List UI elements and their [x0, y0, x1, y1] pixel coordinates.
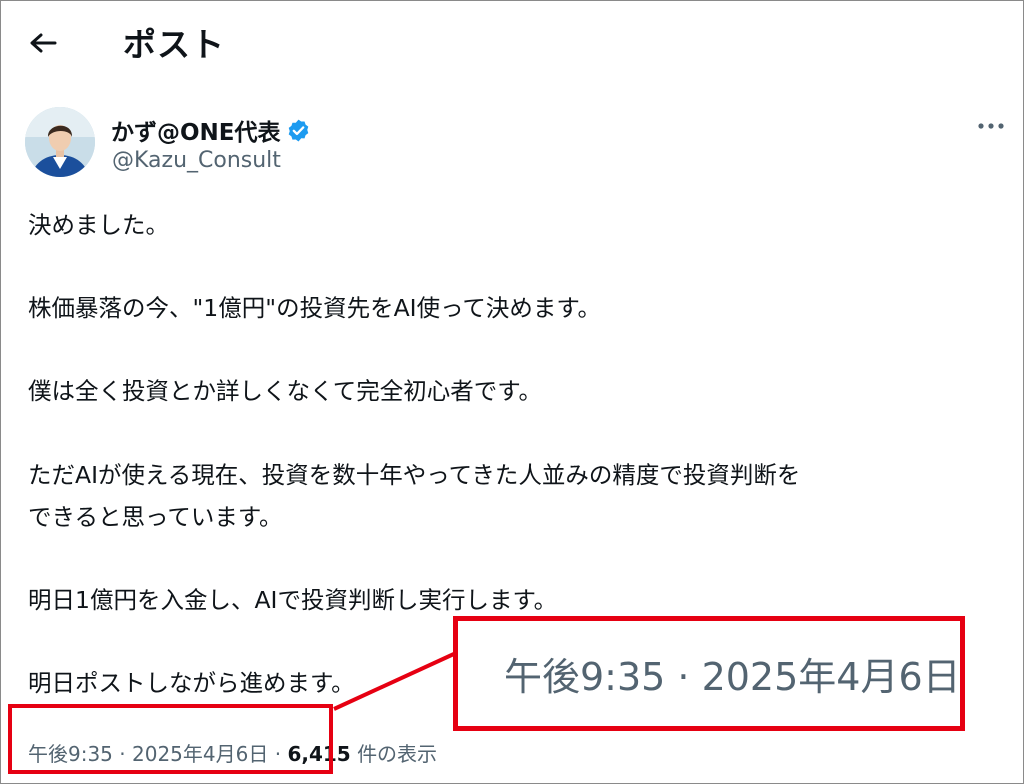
post-line: 明日ポストしながら進めます。 — [28, 669, 355, 697]
verified-badge-icon — [286, 118, 311, 143]
post-detail-screen: ポスト かず@ONE代表 @Kazu_Consult 決めました。 株価暴落の今… — [0, 0, 1024, 784]
post-meta: 午後9:35 · 2025年4月6日 · 6,415 件の表示 — [28, 738, 437, 767]
author-handle[interactable]: @Kazu_Consult — [112, 148, 281, 173]
post-line: 株価暴落の今、"1億円"の投資先をAI使って決めます。 — [28, 294, 602, 322]
post-time: 午後9:35 — [28, 742, 113, 766]
post-line: 僕は全く投資とか詳しくなくて完全初心者です。 — [28, 377, 542, 405]
annotation-zoom-text: 午後9:35 · 2025年4月6日 · — [504, 655, 965, 699]
post-line: ただAIが使える現在、投資を数十年やってきた人並みの精度で投資判断を — [28, 461, 801, 489]
more-dots-icon — [978, 123, 1004, 129]
back-button[interactable] — [23, 23, 63, 63]
views-count: 6,415 — [287, 742, 351, 766]
author-name[interactable]: かず@ONE代表 — [111, 113, 311, 147]
meta-separator: · — [119, 742, 126, 766]
post-line: 明日1億円を入金し、AIで投資判断し実行します。 — [28, 586, 558, 614]
post-timestamp[interactable]: 午後9:35 · 2025年4月6日 — [28, 742, 268, 766]
author-display-name: かず@ONE代表 — [111, 120, 281, 146]
avatar-image — [25, 107, 95, 177]
views-label: 件の表示 — [357, 742, 438, 766]
page-title: ポスト — [123, 25, 225, 64]
post-line: 決めました。 — [28, 211, 169, 239]
post-line: できると思っています。 — [28, 503, 283, 531]
annotation-zoom-callout: 午後9:35 · 2025年4月6日 · — [453, 616, 965, 731]
meta-separator: · — [274, 742, 282, 766]
arrow-left-icon — [30, 33, 57, 53]
avatar[interactable] — [25, 107, 95, 177]
post-date: 2025年4月6日 — [132, 742, 269, 766]
more-options-button[interactable] — [973, 113, 1009, 139]
